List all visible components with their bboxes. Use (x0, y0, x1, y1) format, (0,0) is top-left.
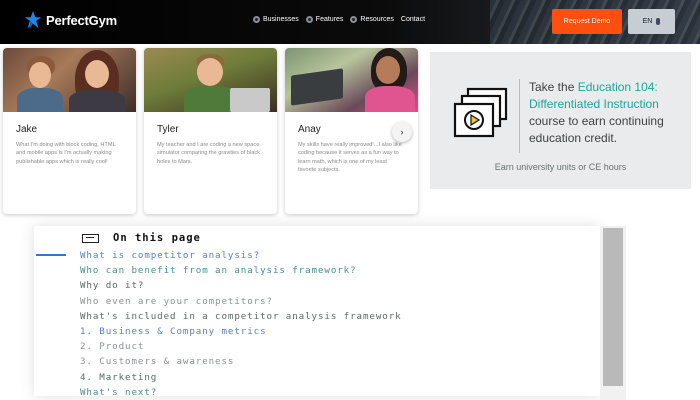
chevron-down-icon (656, 18, 661, 25)
toc-link[interactable]: What is competitor analysis? (80, 250, 530, 262)
nav-link-features[interactable]: Features (305, 16, 344, 23)
scrollbar-thumb[interactable] (603, 228, 623, 386)
toc-title: On this page (113, 232, 201, 244)
toc-link[interactable]: 4. Marketing (80, 372, 530, 384)
toc-link[interactable]: What's included in a competitor analysis… (80, 311, 530, 323)
toc-link[interactable]: What's next? (80, 387, 530, 399)
toc-list: What is competitor analysis? Who can ben… (80, 250, 530, 400)
nav-link-label: Businesses (263, 16, 299, 23)
request-demo-button[interactable]: Request Demo (552, 9, 622, 34)
toc-link[interactable]: 1. Business & Company metrics (80, 326, 530, 338)
student-photo (144, 48, 277, 112)
student-name: Jake (16, 124, 38, 135)
carousel-next-button[interactable]: › (392, 122, 412, 142)
toc-header: On this page (82, 232, 201, 244)
language-label: EN (642, 18, 653, 25)
features-icon (305, 16, 313, 23)
top-navbar: PerfectGym Businesses Features Resources… (0, 0, 700, 44)
nav-link-contact[interactable]: Contact (401, 16, 425, 23)
nav-link-label: Contact (400, 16, 426, 23)
toc-link[interactable]: Why do it? (80, 280, 530, 292)
brand-name: PerfectGym (46, 12, 117, 28)
promo-prefix: Take the (529, 80, 578, 94)
promo-suffix: course to earn continuing education cred… (529, 114, 664, 145)
nav-links: Businesses Features Resources Contact (253, 16, 425, 23)
toc-link[interactable]: 3. Customers & awareness (80, 356, 530, 368)
testimonial-quote: My teacher and I are coding a new space … (157, 142, 260, 165)
toc-link[interactable]: Who even are your competitors? (80, 296, 530, 308)
nav-link-businesses[interactable]: Businesses (253, 16, 299, 23)
nav-link-label: Resources (360, 16, 394, 23)
education-promo-text: Take the Education 104: Differentiated I… (529, 79, 684, 147)
student-name: Anay (298, 124, 321, 135)
resources-icon (350, 16, 358, 23)
businesses-icon (253, 16, 260, 23)
toc-link[interactable]: 2. Product (80, 341, 530, 353)
student-name: Tyler (157, 124, 179, 135)
brand-logo[interactable]: PerfectGym (24, 10, 117, 30)
testimonial-card-tyler[interactable]: Tyler My teacher and I are coding a new … (144, 48, 277, 214)
education-footer: Earn university units or CE hours (494, 162, 627, 172)
document-icon (82, 233, 99, 243)
student-photo (285, 48, 418, 112)
chevron-right-icon: › (400, 127, 404, 137)
video-play-icon (453, 87, 508, 138)
star-logo-icon (24, 11, 42, 29)
divider (519, 79, 520, 153)
student-photo (3, 48, 136, 112)
active-section-marker (36, 254, 66, 256)
testimonial-card-jake[interactable]: Jake What I'm doing with block coding, H… (3, 48, 136, 214)
language-selector[interactable]: EN (628, 9, 675, 34)
nav-link-resources[interactable]: Resources (350, 16, 394, 23)
testimonial-quote: What I'm doing with block coding, HTML a… (16, 142, 116, 165)
testimonial-quote: My skills have really improved!...I also… (298, 142, 402, 174)
toc-link[interactable]: Who can benefit from an analysis framewo… (80, 265, 530, 277)
education-promo[interactable]: Take the Education 104: Differentiated I… (430, 52, 691, 189)
nav-link-label: Features (315, 16, 344, 23)
